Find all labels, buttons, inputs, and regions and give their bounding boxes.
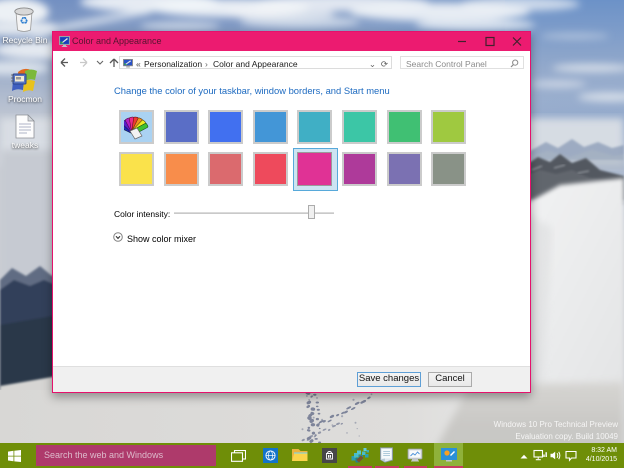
svg-text:♻: ♻: [20, 16, 29, 27]
